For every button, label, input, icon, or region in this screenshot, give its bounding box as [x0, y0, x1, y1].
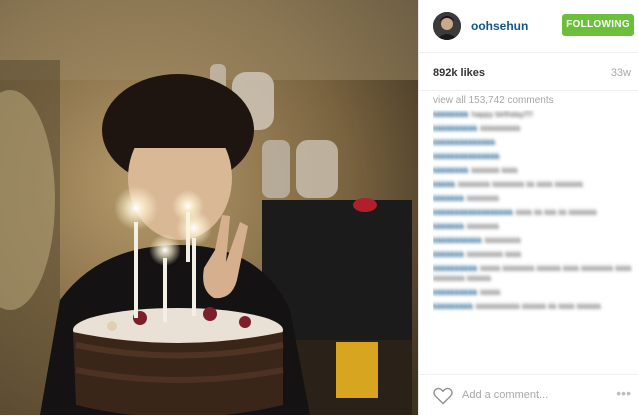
- view-all-comments-link[interactable]: view all 153,742 comments: [433, 95, 554, 106]
- comment-username[interactable]: kkkkkkkkkk: [433, 288, 478, 297]
- comment-username[interactable]: kkkkkkkk: [433, 166, 469, 175]
- comment-item: kkkkkkkkkkkkkkk: [433, 288, 633, 298]
- add-comment-input[interactable]: Add a comment...: [462, 389, 548, 401]
- post-photo[interactable]: [0, 0, 418, 415]
- comment-username[interactable]: kkkkkkkkkkkkkkk: [433, 152, 500, 161]
- heart-icon[interactable]: [433, 387, 453, 405]
- username-link[interactable]: oohsehun: [471, 19, 528, 33]
- comment-text: kkkkkkkk: [467, 222, 500, 231]
- comment-item: kkkkkkkk kkkkkkk kkkk: [433, 166, 633, 176]
- comment-item: kkkkkkk kkkkkkkkk kkkk: [433, 250, 633, 260]
- avatar[interactable]: [433, 12, 461, 40]
- comment-username[interactable]: kkkkkkkk: [433, 110, 469, 119]
- comment-username[interactable]: kkkkkkk: [433, 194, 464, 203]
- more-options-icon[interactable]: •••: [616, 385, 631, 401]
- post-header: oohsehun FOLLOWING: [419, 0, 638, 53]
- comment-text: kkkkkkkkkk: [480, 124, 521, 133]
- likes-row: 892k likes 33w: [419, 52, 638, 91]
- comment-text: kkkkk: [480, 288, 501, 297]
- comment-item: kkkkkkkk happy birthday!!!!: [433, 110, 633, 120]
- comment-list: kkkkkkkk happy birthday!!!! kkkkkkkkkk kkk…: [433, 110, 633, 372]
- comment-item: kkkkkkkkkkkkkkkkkk kkkk kk kkk kk kkkkkkk: [433, 208, 633, 218]
- comment-text: kkkkkkkkk kkkk: [467, 250, 522, 259]
- comment-text: kkkkkkkk: [467, 194, 500, 203]
- comment-item: kkkkkkkkkkkkkkk: [433, 194, 633, 204]
- likes-count[interactable]: 892k likes: [433, 67, 485, 79]
- comment-username[interactable]: kkkkkkkkkk: [433, 124, 478, 133]
- comment-item: kkkkkkkkkkkkkk: [433, 138, 633, 148]
- comment-text: kkkkkkkkkkk kkkkkk kk kkkk kkkkkk: [476, 302, 601, 311]
- comment-text: happy birthday!!!!: [471, 110, 533, 119]
- comment-text: kkkkkkkk kkkkkkkk kk kkkk kkkkkkk: [458, 180, 584, 189]
- comment-item: kkkkkkkkkkkkkkkkkkkk: [433, 236, 633, 246]
- comment-username[interactable]: kkkkkkk: [433, 250, 464, 259]
- comment-username[interactable]: kkkkkkk: [433, 222, 464, 231]
- avatar-image: [433, 12, 461, 40]
- comment-username[interactable]: kkkkkkkkkkkkkk: [433, 138, 495, 147]
- comment-item: kkkkkkkkkkkkkkk: [433, 152, 633, 162]
- comment-item: kkkkkkkkk kkkkkkkkkkk kkkkkk kk kkkk kkkk…: [433, 302, 633, 312]
- comment-bar: Add a comment... •••: [419, 374, 638, 416]
- following-button[interactable]: FOLLOWING: [562, 14, 634, 36]
- comment-item: kkkkkkkkkk kkkkk kkkkkkkk kkkkkk kkkk kkk…: [433, 264, 633, 284]
- comment-item: kkkkkkkkkkkkkkk: [433, 222, 633, 232]
- comment-item: kkkkkkkkkkkkkkkkkkkk: [433, 124, 633, 134]
- comment-text: kkkkkkkkk: [484, 236, 521, 245]
- post-age: 33w: [610, 67, 631, 79]
- photo-illustration: [0, 0, 418, 415]
- comment-username[interactable]: kkkkk: [433, 180, 455, 189]
- comment-username[interactable]: kkkkkkkkkkk: [433, 236, 482, 245]
- comment-username[interactable]: kkkkkkkkk: [433, 302, 473, 311]
- comment-username[interactable]: kkkkkkkkkkkkkkkkkk: [433, 208, 513, 217]
- comment-username[interactable]: kkkkkkkkkk: [433, 264, 478, 273]
- comment-text: kkkkkkk kkkk: [471, 166, 518, 175]
- post-sidebar: oohsehun FOLLOWING 892k likes 33w view a…: [418, 0, 638, 415]
- comment-text: kkkk kk kkk kk kkkkkkk: [516, 208, 597, 217]
- comment-item: kkkkk kkkkkkkk kkkkkkkk kk kkkk kkkkkkk: [433, 180, 633, 190]
